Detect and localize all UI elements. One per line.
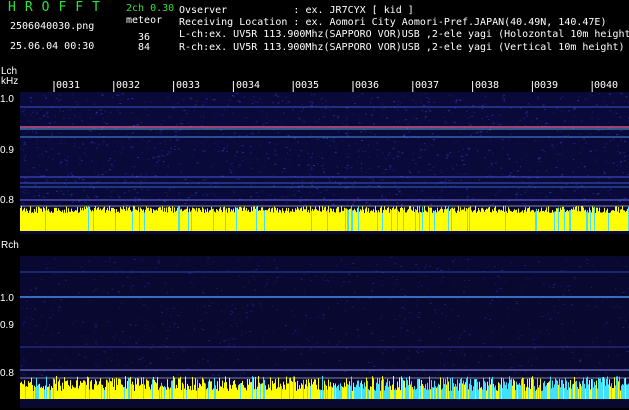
location-label: Receiving Location (179, 17, 288, 28)
lch-spectrogram (20, 81, 629, 234)
rch-level-bars (20, 376, 629, 399)
file-name: 2506040030.png (10, 21, 95, 32)
lch-unit: kHz (1, 76, 19, 87)
time-tick-0032: 0032 (116, 80, 141, 91)
observer-value: : ex. JR7CYX [ kid ] (293, 5, 414, 16)
rch-signal-lines (20, 271, 629, 379)
detection-label: meteor (126, 15, 163, 26)
time-tick-0035: 0035 (295, 80, 320, 91)
app-title: HROFFT (8, 0, 109, 15)
time-tick-0036: 0036 (355, 80, 380, 91)
rch-info: R-ch:ex. UV5R 113.900Mhz(SAPPORO VOR)USB… (179, 42, 625, 53)
time-tick-0037: 0037 (415, 80, 440, 91)
lch-info: L-ch:ex. UV5R 113.900Mhz(SAPPORO VOR)USB… (179, 29, 629, 40)
rch-spectrogram (20, 256, 629, 408)
rch-label: Rch (1, 240, 19, 251)
location-row: Receiving Location : ex. Aomori City Aom… (179, 17, 606, 29)
time-tick-0033: 0033 (176, 80, 201, 91)
lch-ytick-3: 0.8 (0, 195, 14, 206)
time-tick-0039: 0039 (534, 80, 559, 91)
rch-ytick-2: 0.9 (0, 320, 14, 331)
datetime: 25.06.04 00:30 (10, 41, 95, 52)
time-tick-0034: 0034 (236, 80, 261, 91)
observer-row: Ovserver : ex. JR7CYX [ kid ] (179, 5, 414, 17)
rch-noise (20, 257, 629, 379)
location-value: : ex. Aomori City Aomori-Pref.JAPAN(40.4… (293, 17, 607, 28)
rch-ytick-3: 0.8 (0, 368, 14, 379)
time-tick-0038: 0038 (475, 80, 500, 91)
lch-signal-lines (20, 106, 629, 207)
channel-mode: 2ch 0.30 (126, 3, 175, 14)
lch-noise (20, 93, 629, 206)
lch-ytick-2: 0.9 (0, 145, 14, 156)
lch-ytick-1: 1.0 (0, 94, 14, 105)
header-info: HROFFT 2ch 0.30 meteor 2506040030.png 36… (0, 0, 629, 62)
time-tick-0031: 0031 (56, 80, 81, 91)
observer-label: Ovserver (179, 5, 228, 16)
lch-level-bars (20, 206, 629, 231)
rch-count: 84 (138, 42, 151, 53)
time-tick-0040: 0040 (594, 80, 619, 91)
rch-ytick-1: 1.0 (0, 293, 14, 304)
